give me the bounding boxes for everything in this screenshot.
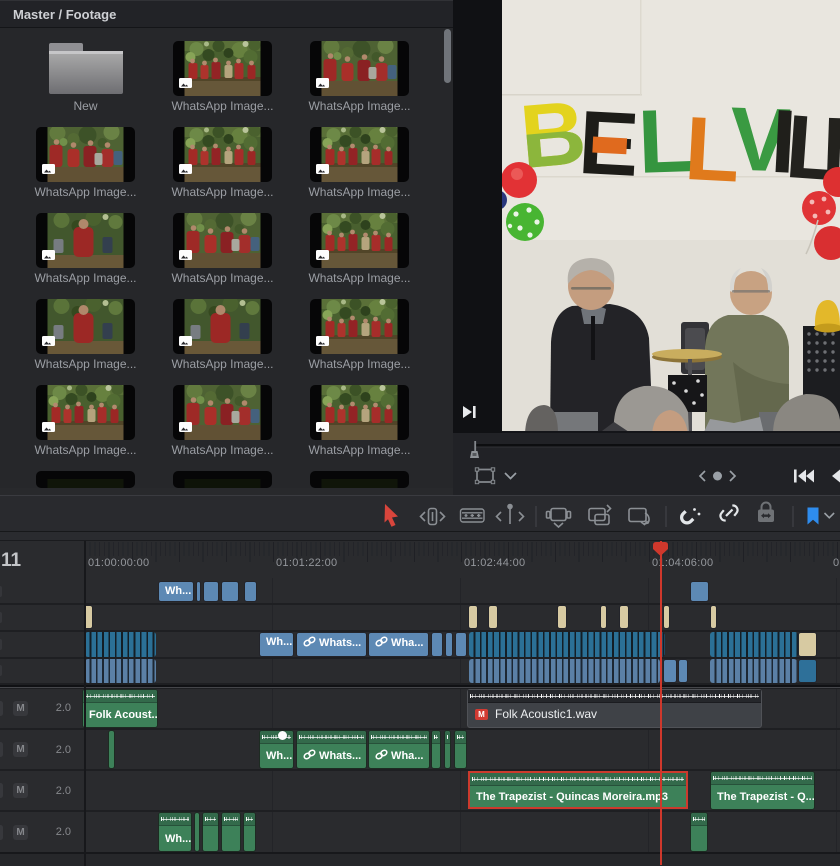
svg-text:WhatsApp Image...: WhatsApp Image...: [171, 357, 273, 371]
svg-text:WhatsApp Image...: WhatsApp Image...: [308, 271, 410, 285]
svg-text:WhatsApp Image...: WhatsApp Image...: [171, 271, 273, 285]
svg-text:WhatsApp Image...: WhatsApp Image...: [171, 185, 273, 199]
svg-text:WhatsApp Image...: WhatsApp Image...: [34, 271, 136, 285]
svg-text:WhatsApp Image...: WhatsApp Image...: [34, 357, 136, 371]
svg-text:WhatsApp Image...: WhatsApp Image...: [34, 185, 136, 199]
svg-text:WhatsApp Image...: WhatsApp Image...: [171, 99, 273, 113]
svg-text:New: New: [73, 99, 97, 113]
svg-text:WhatsApp Image...: WhatsApp Image...: [34, 443, 136, 457]
svg-text:WhatsApp Image...: WhatsApp Image...: [308, 357, 410, 371]
svg-text:WhatsApp Image...: WhatsApp Image...: [308, 443, 410, 457]
svg-text:WhatsApp Image...: WhatsApp Image...: [171, 443, 273, 457]
svg-text:WhatsApp Image...: WhatsApp Image...: [308, 185, 410, 199]
svg-text:WhatsApp Image...: WhatsApp Image...: [308, 99, 410, 113]
